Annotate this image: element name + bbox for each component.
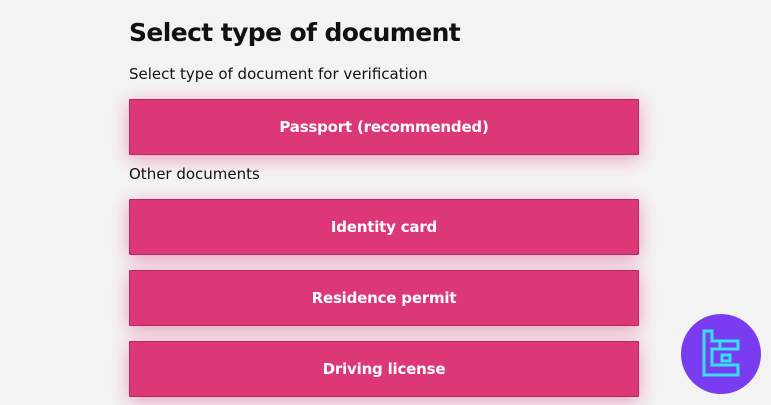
page-title: Select type of document — [129, 18, 461, 47]
brand-logo — [681, 314, 761, 394]
residence-permit-button[interactable]: Residence permit — [129, 270, 639, 326]
other-documents-label: Other documents — [129, 165, 260, 183]
document-selection-page: Select type of document Select type of d… — [0, 0, 771, 405]
passport-button[interactable]: Passport (recommended) — [129, 99, 639, 155]
brand-logo-icon — [702, 329, 740, 377]
page-subtitle: Select type of document for verification — [129, 65, 428, 83]
identity-card-button[interactable]: Identity card — [129, 199, 639, 255]
driving-license-button[interactable]: Driving license — [129, 341, 639, 397]
